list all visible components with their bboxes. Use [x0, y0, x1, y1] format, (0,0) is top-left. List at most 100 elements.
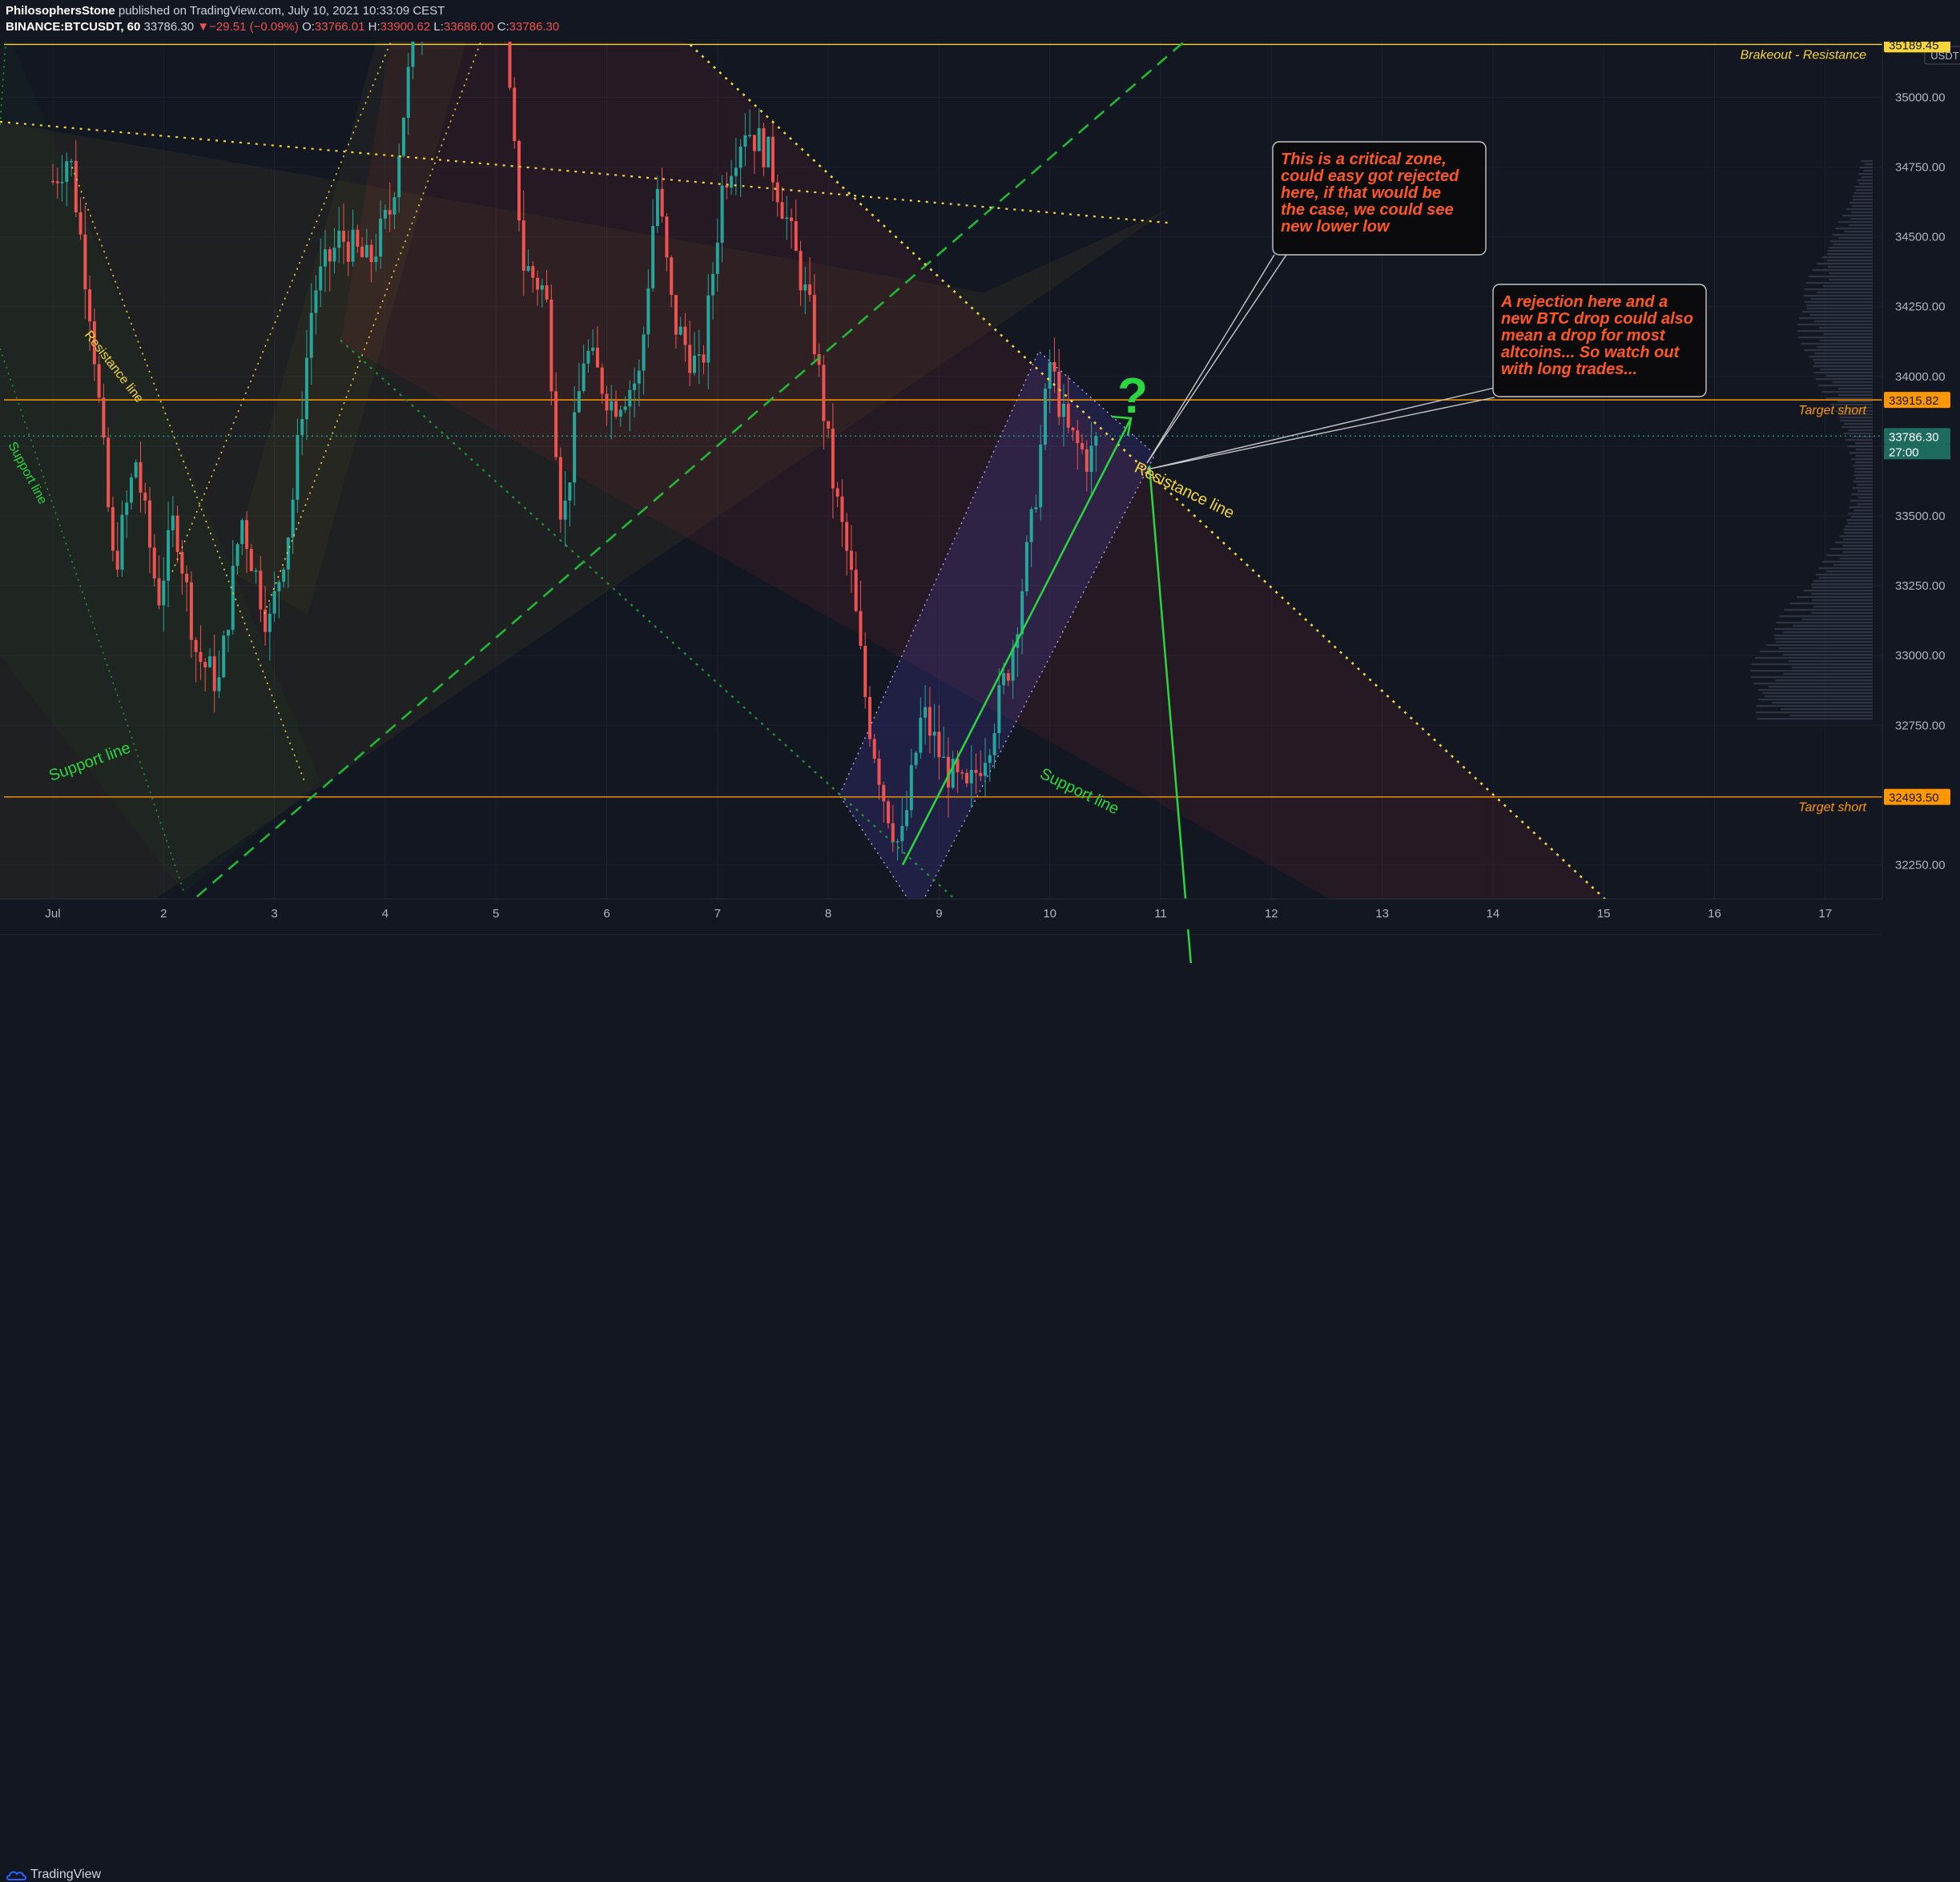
candle-body	[129, 477, 133, 503]
candle-body	[175, 515, 179, 552]
price-tick: 33000.00	[1895, 649, 1946, 663]
profile-bar	[1793, 625, 1873, 627]
candle-body	[803, 284, 807, 291]
candle-body	[1094, 436, 1098, 446]
profile-bar	[1835, 542, 1873, 544]
profile-bar	[1753, 683, 1873, 685]
candle-body	[623, 406, 627, 410]
profile-bar	[1798, 337, 1873, 339]
profile-bar	[1857, 179, 1873, 182]
open-label: O:	[302, 20, 315, 34]
profile-bar	[1849, 452, 1873, 454]
candle-body	[351, 229, 355, 262]
candle-body	[849, 550, 853, 570]
candle-body	[388, 210, 392, 215]
candle-body	[323, 249, 327, 267]
profile-bar	[1821, 391, 1873, 393]
profile-bar	[1845, 439, 1873, 441]
profile-bar	[1817, 292, 1873, 294]
candle-body	[1024, 542, 1028, 592]
price-chart[interactable]: TargetBrakeout - ResistanceTarget shortT…	[0, 0, 1960, 963]
price-tick: 34500.00	[1895, 231, 1946, 244]
candle-body	[531, 266, 535, 278]
candle-body	[102, 397, 106, 438]
profile-bar	[1857, 497, 1873, 499]
candle-body	[660, 188, 664, 217]
candle-body	[725, 185, 729, 188]
profile-bar	[1804, 349, 1873, 352]
profile-bar	[1838, 221, 1873, 224]
candle-body	[812, 294, 816, 355]
callout-text: with long trades...	[1501, 361, 1637, 378]
callout-text: new BTC drop could also	[1501, 310, 1693, 328]
last-price-tag: 33786.30	[1889, 430, 1939, 444]
time-tick: 6	[603, 907, 610, 921]
price-tick: 33500.00	[1895, 510, 1946, 523]
author-name[interactable]: PhilosophersStone	[6, 4, 115, 18]
candle-body	[272, 590, 276, 614]
candle-body	[932, 731, 936, 736]
candle-body	[942, 756, 946, 759]
profile-bar	[1829, 279, 1873, 281]
profile-bar	[1842, 215, 1873, 217]
candle-body	[748, 135, 752, 137]
candle-body	[296, 434, 300, 500]
candle-body	[711, 273, 715, 296]
profile-bar	[1841, 426, 1873, 429]
profile-bar	[1830, 548, 1873, 550]
profile-bar	[1821, 256, 1873, 259]
candle-body	[840, 496, 844, 522]
footer: TradingView	[0, 929, 1960, 1881]
candle-body	[600, 367, 604, 394]
candle-body	[167, 530, 171, 581]
low-value: 33686.00	[443, 20, 494, 34]
candle-body	[771, 136, 775, 183]
candle-body	[97, 364, 101, 398]
candle-body	[1089, 445, 1093, 472]
profile-bar	[1863, 170, 1873, 172]
candle-body	[152, 547, 156, 578]
candle-body	[212, 656, 216, 691]
price-tick: 32250.00	[1895, 859, 1946, 872]
profile-bar	[1818, 577, 1873, 579]
candle-body	[914, 752, 918, 765]
time-tick: 10	[1043, 907, 1056, 921]
price-axis[interactable]: 32250.0032500.0032750.0033000.0033250.00…	[1882, 0, 1960, 963]
profile-bar	[1833, 564, 1873, 566]
candle-body	[767, 136, 771, 167]
profile-bar	[1820, 369, 1873, 371]
candle-body	[540, 285, 544, 290]
candle-body	[74, 160, 78, 212]
profile-bar	[1804, 590, 1873, 592]
profile-bar	[1774, 635, 1873, 637]
time-tick: 5	[493, 907, 499, 921]
tradingview-logo[interactable]: TradingView	[6, 1868, 101, 1882]
profile-bar	[1855, 478, 1873, 480]
callout-text: mean a drop for most	[1501, 327, 1666, 345]
symbol-name[interactable]: BINANCE:BTCUSDT, 60	[6, 20, 140, 34]
profile-bar	[1806, 308, 1873, 310]
close-label: C:	[497, 20, 509, 34]
profile-bar	[1851, 458, 1873, 461]
profile-bar	[1797, 330, 1873, 332]
candle-body	[808, 284, 812, 295]
profile-bar	[1801, 343, 1873, 345]
profile-bar	[1837, 388, 1873, 390]
candle-body	[342, 231, 346, 242]
profile-bar	[1861, 176, 1873, 179]
candle-body	[924, 707, 928, 718]
candle-body	[743, 135, 747, 147]
profile-bar	[1817, 263, 1873, 265]
candle-body	[835, 488, 839, 497]
candle-body	[406, 66, 410, 119]
candle-body	[189, 582, 193, 640]
candle-body	[545, 285, 549, 300]
candle-body	[651, 226, 655, 288]
candle-body	[162, 580, 166, 606]
candle-body	[706, 295, 710, 363]
candle-body	[521, 220, 525, 271]
profile-bar	[1779, 615, 1873, 618]
candle-body	[794, 221, 798, 252]
profile-bar	[1754, 657, 1873, 659]
candle-body	[1071, 427, 1075, 431]
